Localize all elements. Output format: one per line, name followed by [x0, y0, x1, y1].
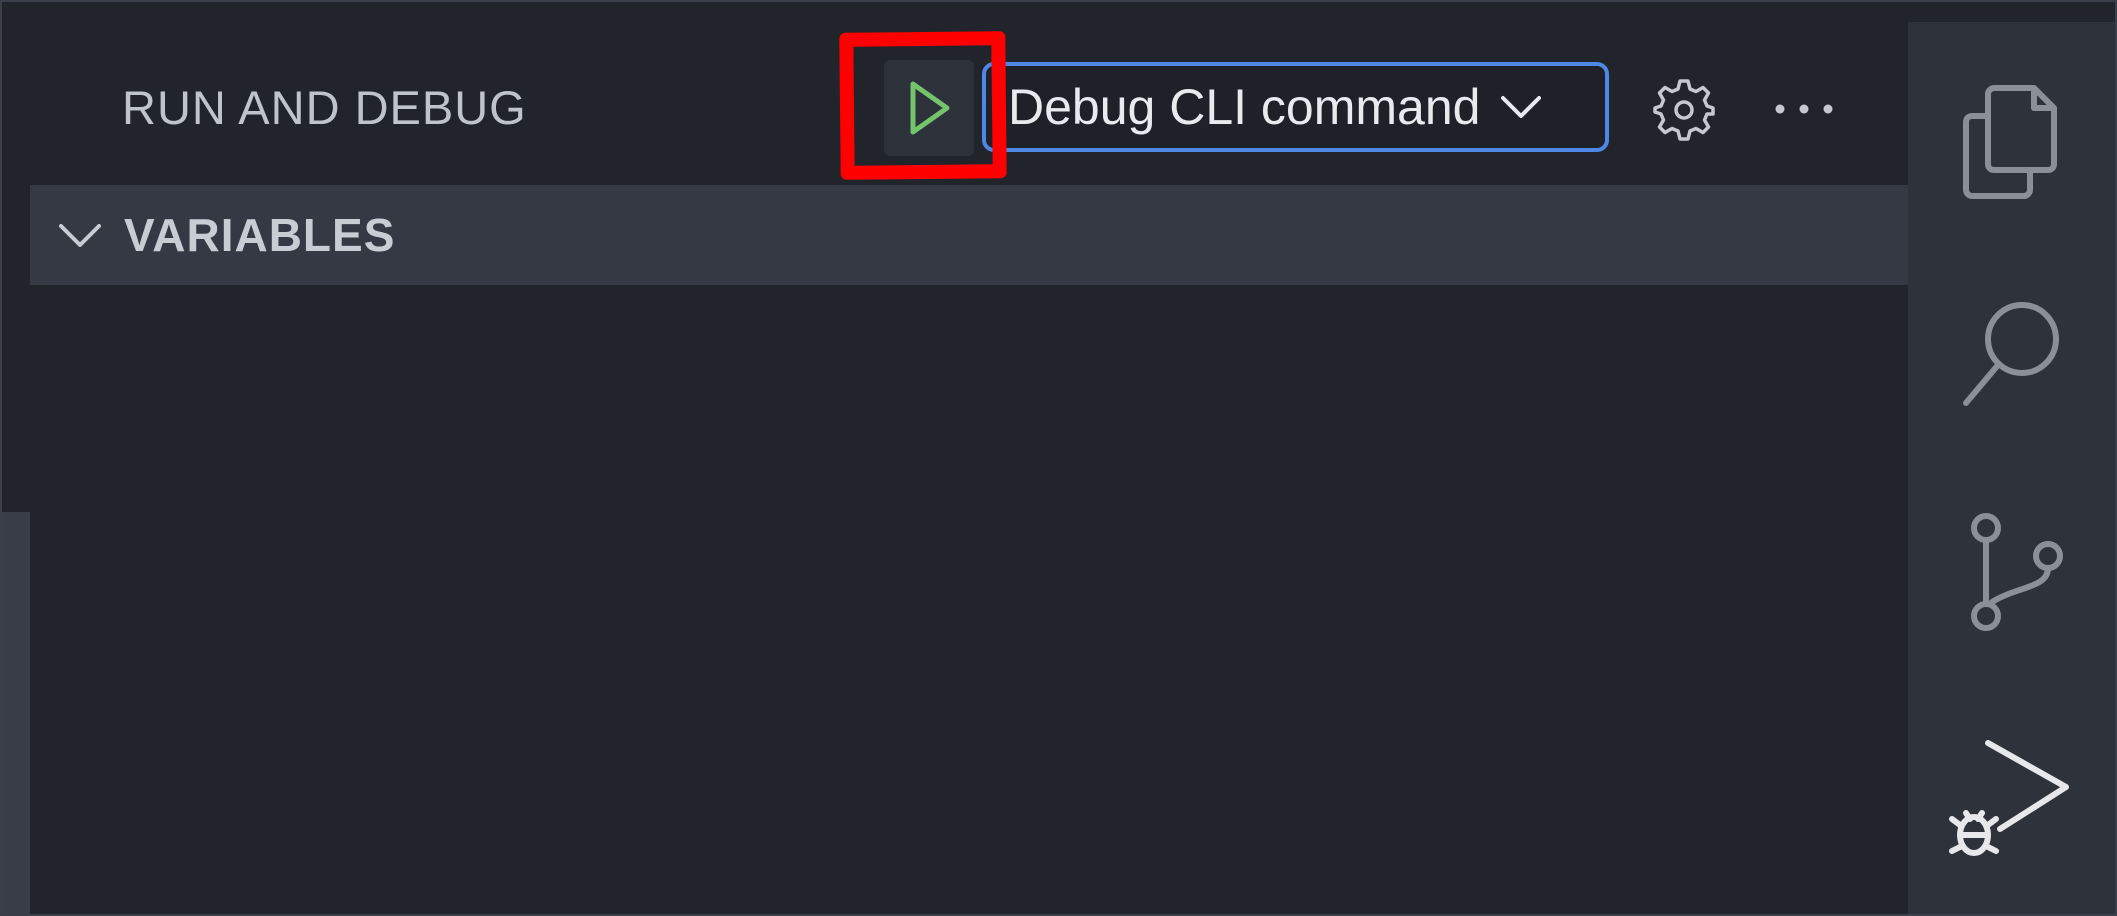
scrollbar-thumb[interactable]: [2, 512, 30, 914]
launch-config-label: Debug CLI command: [1008, 79, 1481, 135]
variables-section-header[interactable]: VARIABLES: [30, 185, 1908, 285]
activity-item-run-and-debug[interactable]: [1908, 712, 2117, 892]
open-launch-json-button[interactable]: [1650, 76, 1718, 144]
sidebar-header: RUN AND DEBUG Debug CLI command: [0, 0, 1908, 185]
run-debug-icon: [1948, 740, 2069, 856]
activity-item-source-control[interactable]: [1908, 482, 2117, 662]
run-and-debug-sidebar: RUN AND DEBUG Debug CLI command VARIABLE…: [0, 0, 1908, 916]
launch-config-dropdown[interactable]: Debug CLI command: [982, 62, 1609, 152]
search-icon: [1962, 302, 2059, 406]
view-title: RUN AND DEBUG: [122, 81, 527, 134]
vscode-window: RUN AND DEBUG Debug CLI command VARIABLE…: [0, 0, 2117, 916]
activity-bar: [1908, 22, 2117, 916]
play-icon: [910, 81, 950, 135]
activity-item-explorer[interactable]: [1908, 52, 2117, 232]
variables-section-body: [30, 285, 1908, 916]
source-control-icon: [1970, 513, 2063, 631]
ellipsis-icon: [1775, 104, 1833, 114]
more-actions-button[interactable]: [1770, 84, 1838, 134]
chevron-down-icon: [50, 205, 110, 265]
start-debugging-button[interactable]: [884, 60, 974, 156]
variables-section-title: VARIABLES: [124, 209, 396, 261]
files-icon: [1962, 85, 2057, 199]
chevron-down-icon: [1498, 84, 1544, 130]
gear-icon: [1653, 79, 1715, 141]
activity-item-search[interactable]: [1908, 267, 2117, 447]
